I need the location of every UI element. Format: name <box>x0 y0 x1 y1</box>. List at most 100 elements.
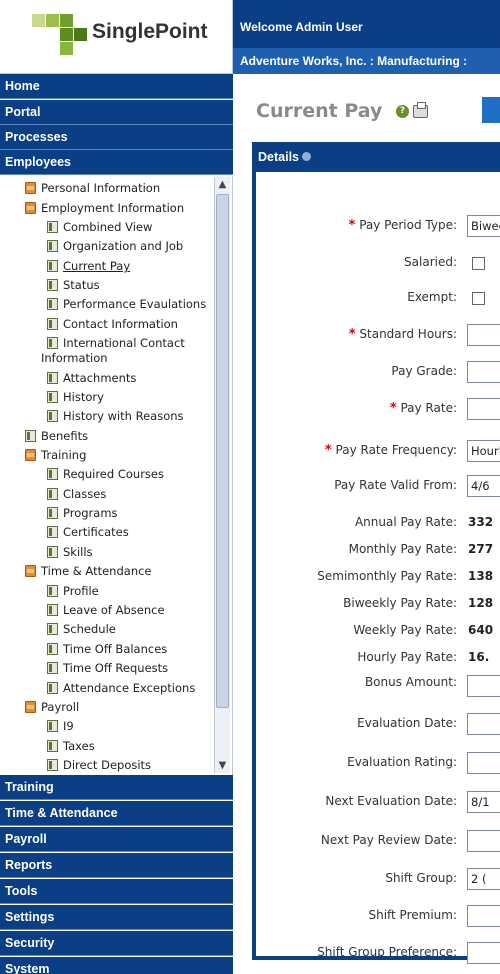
pay-rate-frequency-select[interactable]: Hourly <box>467 440 500 462</box>
page-icon <box>47 410 58 422</box>
folder-icon <box>25 202 36 214</box>
page-icon <box>47 604 58 616</box>
logo-square-icon <box>46 14 59 27</box>
evaluation-date-input[interactable] <box>467 713 500 735</box>
page-icon <box>47 585 58 597</box>
logo-square-icon <box>60 14 73 27</box>
welcome-message: Welcome Admin User <box>233 0 500 48</box>
page-title: Current Pay <box>256 100 383 122</box>
logo-square-icon <box>60 28 73 41</box>
pay-rate-frequency-label: * Pay Rate Frequency: <box>324 443 457 458</box>
biweekly-pay-rate-value: 128 <box>468 596 494 610</box>
pay-period-type-select[interactable]: Biweekly <box>467 215 500 237</box>
scrollbar-thumb[interactable] <box>216 194 229 708</box>
annual-pay-rate-value: 332 <box>468 515 494 529</box>
shift-premium-input[interactable] <box>467 905 500 927</box>
page-icon <box>47 623 58 635</box>
next-evaluation-date-input[interactable]: 8/1 <box>467 791 500 813</box>
semimonthly-pay-rate-value: 138 <box>468 569 494 583</box>
page-icon <box>47 682 58 694</box>
semimonthly-pay-rate-label: Semimonthly Pay Rate: <box>317 569 457 583</box>
evaluation-rating-label: Evaluation Rating: <box>347 755 457 769</box>
exempt-checkbox[interactable] <box>472 292 485 305</box>
employees-tree: Personal Information Employment Informat… <box>0 176 233 775</box>
page-icon <box>47 298 58 310</box>
brand-name: SinglePoint <box>92 20 208 43</box>
pay-rate-valid-from-input[interactable]: 4/6 <box>467 475 500 497</box>
app-window: { "brand": {"name": "SinglePoint"}, "hea… <box>0 0 500 974</box>
details-section-header: Details <box>252 142 500 172</box>
standard-hours-input[interactable] <box>467 324 500 346</box>
page-icon <box>47 279 58 291</box>
evaluation-date-label: Evaluation Date: <box>357 716 457 730</box>
monthly-pay-rate-value: 277 <box>468 542 494 556</box>
page-icon <box>47 221 58 233</box>
nav-payroll[interactable]: Payroll <box>0 827 233 852</box>
pay-rate-input[interactable] <box>467 398 500 420</box>
page-icon <box>47 318 58 330</box>
evaluation-rating-input[interactable] <box>467 752 500 774</box>
bonus-amount-input[interactable] <box>467 675 500 697</box>
page-icon <box>47 546 58 558</box>
required-asterisk-icon: * <box>348 218 356 233</box>
page-icon <box>25 430 36 442</box>
required-asterisk-icon: * <box>324 443 332 458</box>
nav-system[interactable]: System <box>0 957 233 974</box>
nav-reports[interactable]: Reports <box>0 853 233 878</box>
nav-time-attendance[interactable]: Time & Attendance <box>0 801 233 826</box>
nav-settings[interactable]: Settings <box>0 905 233 930</box>
folder-icon <box>25 701 36 713</box>
page-icon <box>47 720 58 732</box>
page-icon <box>47 507 58 519</box>
page-icon <box>47 643 58 655</box>
hourly-pay-rate-label: Hourly Pay Rate: <box>357 650 457 664</box>
pay-period-type-label: * Pay Period Type: <box>348 218 457 233</box>
page-icon <box>47 240 58 252</box>
singlepoint-logo[interactable]: SinglePoint <box>0 0 233 74</box>
tree-item-international-contact-continued[interactable]: Information <box>41 351 108 365</box>
annual-pay-rate-label: Annual Pay Rate: <box>354 515 457 529</box>
page-icon <box>47 740 58 752</box>
company-breadcrumb[interactable]: Adventure Works, Inc. : Manufacturing : <box>233 48 500 74</box>
nav-security[interactable]: Security <box>0 931 233 956</box>
next-pay-review-date-label: Next Pay Review Date: <box>320 833 457 847</box>
nav-employees[interactable]: Employees <box>0 150 233 175</box>
collapse-icon[interactable] <box>302 152 311 161</box>
salaried-checkbox[interactable] <box>472 257 485 270</box>
page-icon <box>47 391 58 403</box>
next-evaluation-date-label: Next Evaluation Date: <box>325 794 457 808</box>
shift-group-select[interactable]: 2 ( <box>467 868 500 890</box>
hourly-pay-rate-value: 16. <box>468 650 490 664</box>
shift-premium-label: Shift Premium: <box>368 908 457 922</box>
chevron-up-icon[interactable]: ▲ <box>215 177 230 192</box>
shift-group-preference-input[interactable] <box>467 942 500 964</box>
next-pay-review-date-input[interactable] <box>467 830 500 852</box>
chevron-down-icon[interactable]: ▼ <box>215 758 230 773</box>
shift-group-preference-label: Shift Group Preference: <box>317 945 457 959</box>
weekly-pay-rate-label: Weekly Pay Rate: <box>353 623 457 637</box>
nav-training[interactable]: Training <box>0 775 233 800</box>
page-icon <box>47 488 58 500</box>
nav-tools[interactable]: Tools <box>0 879 233 904</box>
page-icon <box>47 372 58 384</box>
folder-icon <box>25 449 36 461</box>
page-icon <box>47 468 58 480</box>
nav-portal[interactable]: Portal <box>0 100 233 125</box>
page-icon <box>47 526 58 538</box>
biweekly-pay-rate-label: Biweekly Pay Rate: <box>343 596 457 610</box>
page-icon <box>47 662 58 674</box>
page-icon <box>47 759 58 771</box>
help-icon[interactable]: ? <box>396 105 409 118</box>
page-icon <box>47 260 58 272</box>
pay-grade-input[interactable] <box>467 361 500 383</box>
page-icon <box>47 337 58 349</box>
standard-hours-label: * Standard Hours: <box>348 327 457 342</box>
action-button[interactable] <box>482 97 500 123</box>
nav-home[interactable]: Home <box>0 74 233 99</box>
nav-processes[interactable]: Processes <box>0 125 233 150</box>
pay-rate-label: * Pay Rate: <box>389 401 457 416</box>
print-icon[interactable] <box>413 102 428 118</box>
pay-grade-label: Pay Grade: <box>391 364 457 378</box>
details-title: Details <box>258 150 299 164</box>
tree-scrollbar[interactable]: ▲ ▼ <box>214 177 230 773</box>
